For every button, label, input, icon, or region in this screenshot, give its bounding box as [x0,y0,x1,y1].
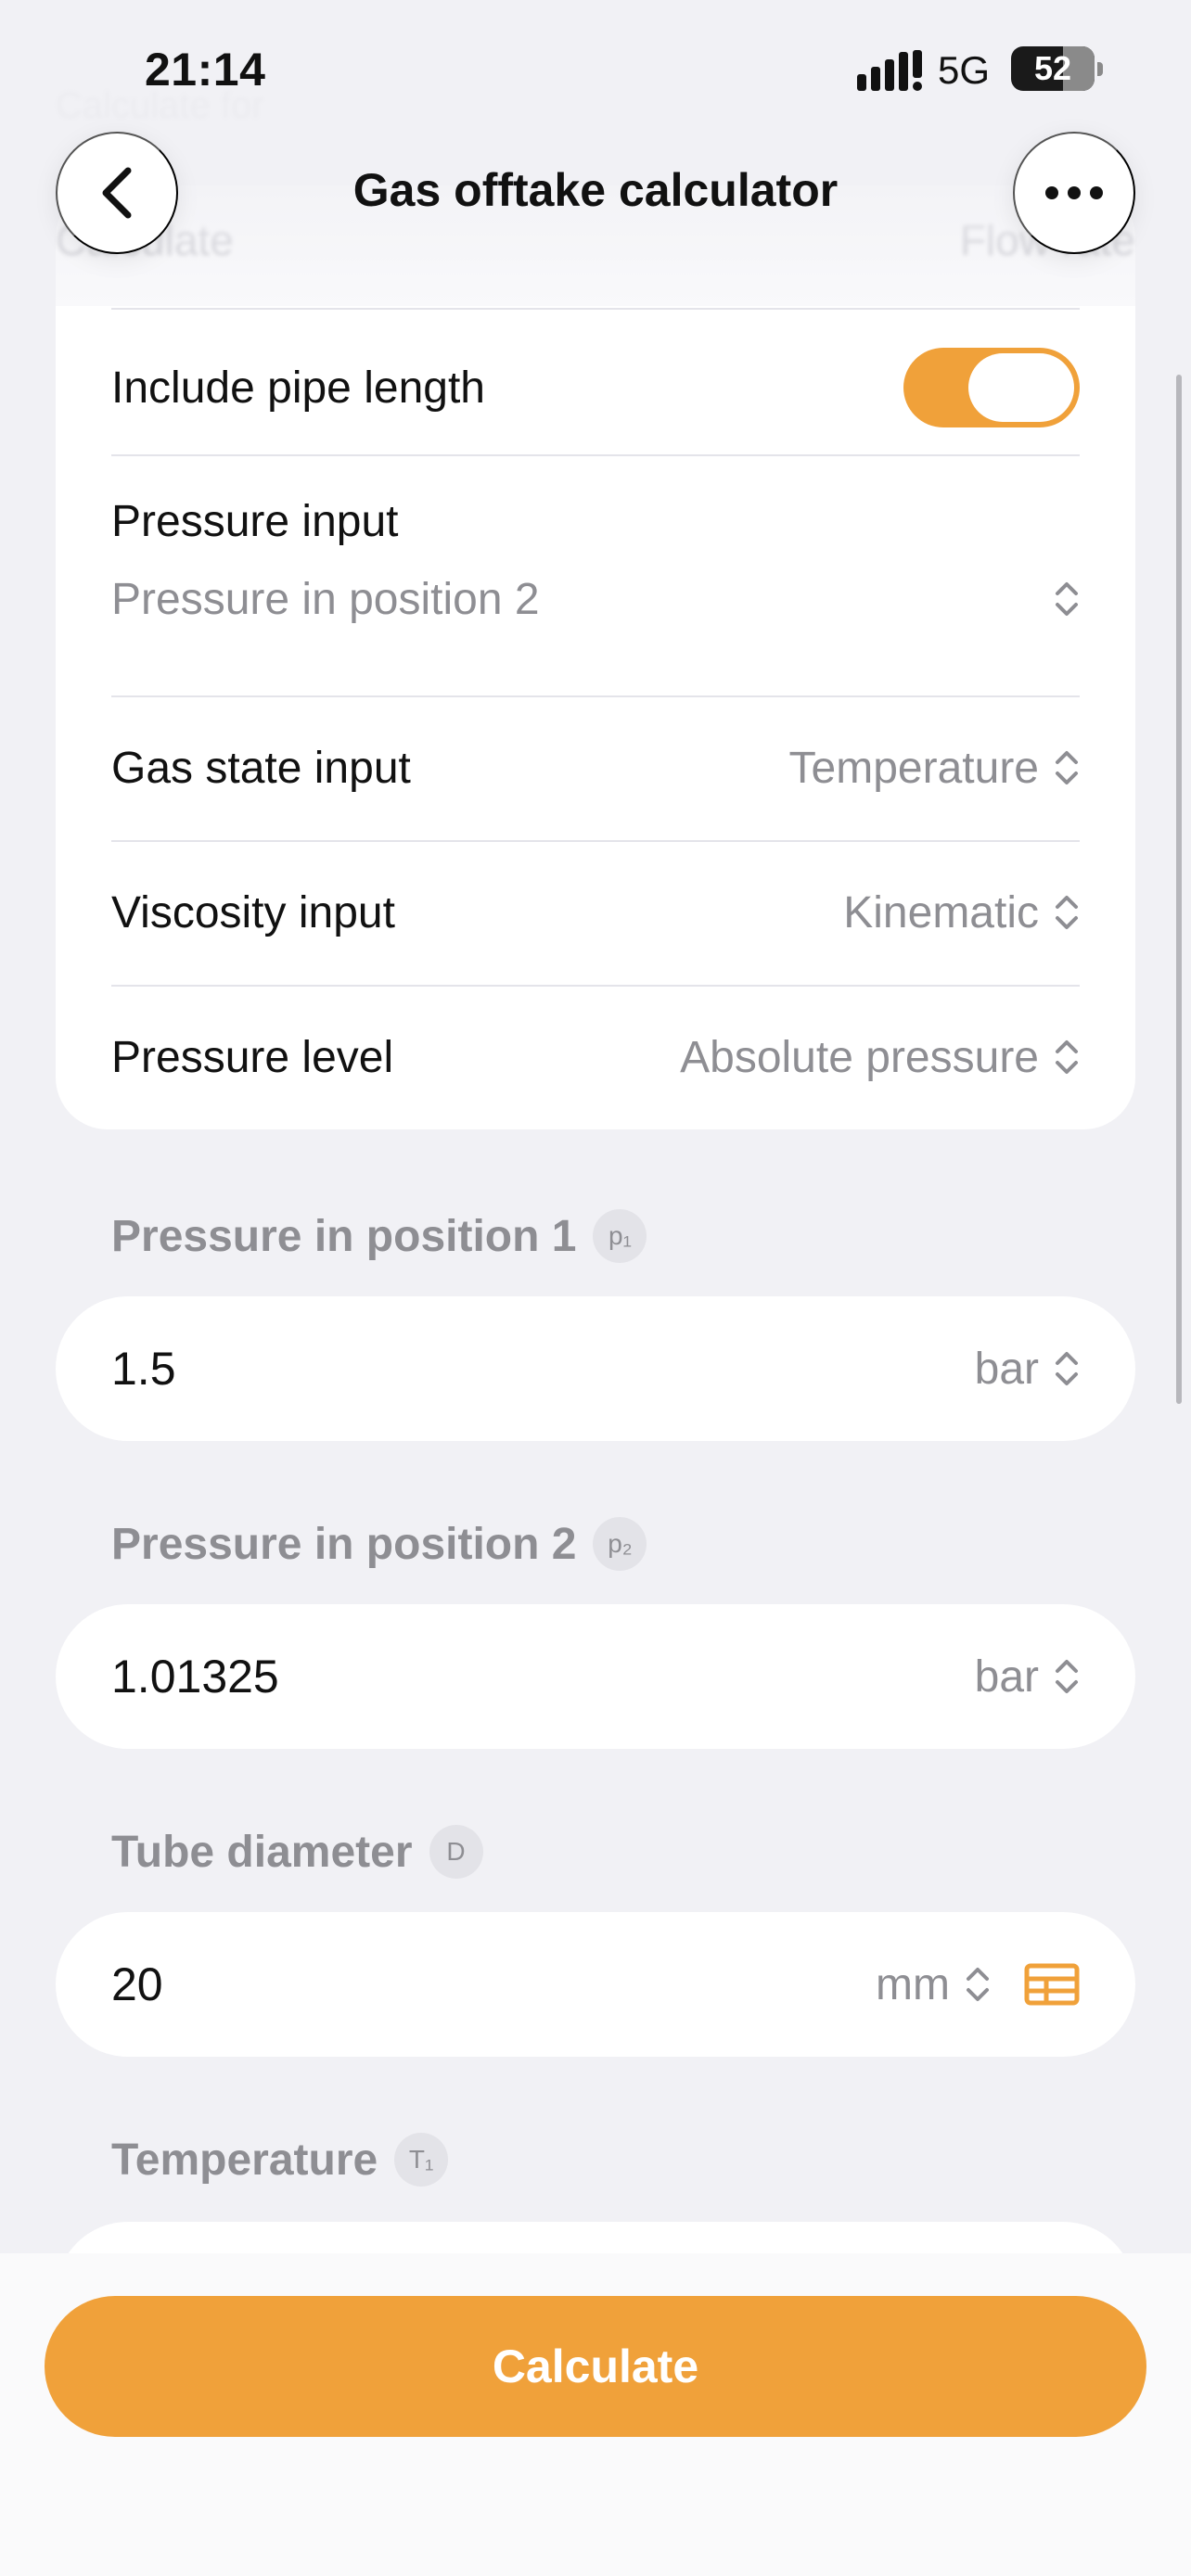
divider [111,695,1080,697]
unit-label: bar [974,1344,1039,1394]
unit-label: mm [876,1959,950,2009]
chevron-up-down-icon [1056,1660,1078,1693]
include-pipe-length-toggle[interactable] [903,348,1080,427]
chevron-up-down-icon [1056,1040,1078,1074]
symbol-badge: T₁ [394,2133,449,2187]
pressure-input-select[interactable]: Pressure in position 2 [111,571,1080,627]
pressure-position-1-field[interactable]: 1.5 bar [56,1296,1135,1441]
tube-diameter-value[interactable]: 20 [111,1958,163,2011]
pressure-position-2-label-text: Pressure in position 2 [111,1519,577,1569]
tube-diameter-unit-select[interactable]: mm [876,1959,991,2010]
pressure-level-value: Absolute pressure [680,1032,1039,1082]
chevron-up-down-icon [1056,896,1078,929]
pressure-level-label: Pressure level [111,1032,394,1082]
gas-state-input-value: Temperature [788,743,1039,793]
cellular-signal-icon [857,50,922,91]
calculate-button[interactable]: Calculate [45,2296,1146,2437]
pressure-input-label: Pressure input [111,496,399,546]
scrollbar[interactable] [1176,375,1182,1404]
battery-level: 52 [1033,49,1072,87]
screen: Calculate for Calculate Flow rate 21:14 … [0,0,1191,2576]
unit-label: bar [974,1651,1039,1702]
network-type: 5G [938,48,991,92]
chevron-up-down-icon [967,1968,989,2001]
pressure-position-1-unit-select[interactable]: bar [975,1344,1080,1395]
pressure-input-value: Pressure in position 2 [111,574,540,624]
gas-state-input-row[interactable]: Gas state input Temperature [111,725,1080,810]
pressure-position-2-value[interactable]: 1.01325 [111,1650,279,1703]
temperature-label: Temperature T₁ [111,2133,449,2187]
settings-card: Include pipe length Pressure input Press… [56,306,1135,1129]
pressure-position-1-label: Pressure in position 1 p₁ [111,1209,647,1263]
pressure-level-row[interactable]: Pressure level Absolute pressure [111,1014,1080,1100]
divider [111,308,1080,310]
include-pipe-length-label: Include pipe length [111,363,485,413]
toggle-knob [968,353,1074,422]
viscosity-input-row[interactable]: Viscosity input Kinematic [111,870,1080,955]
pressure-position-2-label: Pressure in position 2 p₂ [111,1517,647,1571]
gas-state-input-label: Gas state input [111,743,411,793]
more-button[interactable] [1013,132,1135,254]
status-bar: 21:14 5G 52 [0,0,1191,139]
pressure-position-2-unit-select[interactable]: bar [975,1651,1080,1702]
divider [111,985,1080,987]
chevron-up-down-icon [1056,1352,1078,1385]
include-pipe-length-row: Include pipe length [111,343,1080,432]
tube-diameter-label-text: Tube diameter [111,1827,413,1877]
divider [111,454,1080,456]
chevron-up-down-icon [1056,751,1078,784]
symbol-badge: p₁ [593,1209,647,1263]
table-icon[interactable] [1024,1963,1080,2006]
viscosity-input-label: Viscosity input [111,887,395,937]
chevron-up-down-icon [1056,582,1078,616]
symbol-badge: p₂ [593,1517,647,1571]
ghost-calculate-row: Calculate Flow rate [56,215,1135,265]
pressure-position-1-value[interactable]: 1.5 [111,1342,176,1396]
divider [111,840,1080,842]
ellipsis-icon [1045,186,1103,199]
temperature-label-text: Temperature [111,2135,378,2185]
pressure-position-2-field[interactable]: 1.01325 bar [56,1604,1135,1749]
status-time: 21:14 [145,44,266,96]
pressure-input-row[interactable]: Pressure input [111,493,1080,549]
pressure-position-1-label-text: Pressure in position 1 [111,1211,577,1261]
battery-icon: 52 [1011,46,1103,91]
tube-diameter-field[interactable]: 20 mm [56,1912,1135,2057]
symbol-badge: D [429,1825,483,1879]
viscosity-input-value: Kinematic [843,887,1039,937]
tube-diameter-label: Tube diameter D [111,1825,483,1879]
